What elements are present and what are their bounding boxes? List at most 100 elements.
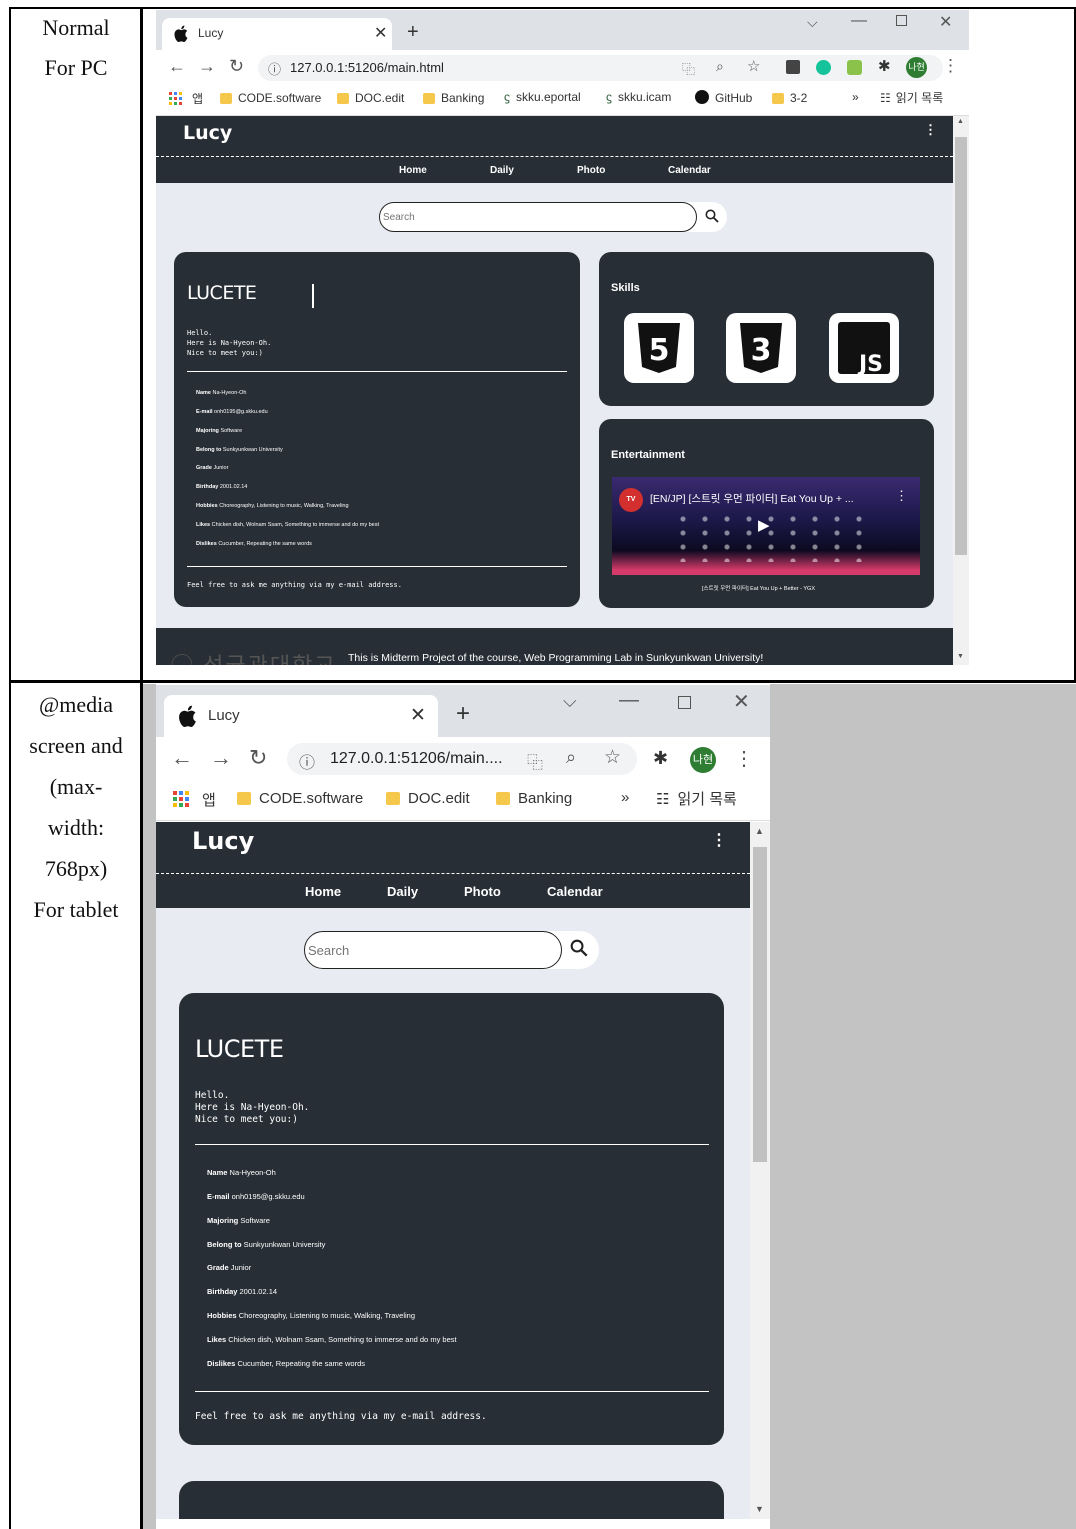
translate-icon[interactable]: ⿻: [527, 749, 543, 773]
address-bar[interactable]: ⓘ 127.0.0.1:51206/main.... ⿻ ⌕ ☆: [287, 743, 637, 775]
bookmark-code-software[interactable]: CODE.software: [220, 91, 321, 105]
bookmark-skku-eportal[interactable]: ϛ skku.eportal: [504, 90, 581, 104]
tab-close-icon[interactable]: ✕: [374, 23, 387, 43]
nav-calendar[interactable]: Calendar: [547, 884, 603, 899]
bookmark-3-2[interactable]: 3-2: [772, 91, 807, 105]
maximize-icon[interactable]: [896, 15, 907, 26]
nav-home[interactable]: Home: [399, 165, 427, 176]
bookmark-skku-icam[interactable]: ϛ skku.icam: [606, 90, 671, 104]
search-icon[interactable]: [705, 209, 719, 223]
bookmarks-overflow[interactable]: »: [621, 789, 629, 806]
zoom-icon[interactable]: ⌕: [716, 58, 724, 75]
tab-search-icon[interactable]: ⌵: [807, 14, 818, 31]
scrollbar-thumb[interactable]: [753, 847, 767, 1162]
bookmark-doc-edit[interactable]: DOC.edit: [386, 790, 470, 807]
chrome-menu-icon[interactable]: ⋮: [942, 56, 959, 76]
close-window-icon[interactable]: ✕: [939, 12, 952, 32]
info-value: Sunkyunkwan University: [243, 1240, 326, 1249]
reading-list-label: 읽기 목록: [895, 91, 944, 105]
scrollbar[interactable]: ▲ ▼: [953, 116, 969, 665]
grammarly-icon[interactable]: [816, 60, 831, 75]
bookmark-banking[interactable]: Banking: [423, 91, 484, 105]
nav-photo[interactable]: Photo: [464, 884, 501, 899]
chrome-menu-icon[interactable]: ⋮: [734, 746, 754, 771]
nav-home[interactable]: Home: [305, 884, 341, 899]
header-menu-icon[interactable]: ⋮: [924, 122, 937, 138]
reload-icon[interactable]: ↻: [249, 745, 267, 771]
info-key: Majoring: [196, 428, 219, 434]
video-title[interactable]: [EN/JP] [스트릿 우먼 파이터] Eat You Up + ...: [650, 491, 854, 506]
minimize-icon[interactable]: —: [851, 12, 867, 30]
profile-avatar[interactable]: 나현: [906, 57, 927, 78]
close-window-icon[interactable]: ✕: [733, 689, 750, 714]
tab-close-icon[interactable]: ✕: [410, 704, 426, 727]
channel-avatar[interactable]: TV: [619, 488, 643, 512]
translate-icon[interactable]: ⿻: [682, 59, 695, 78]
profile-avatar[interactable]: 나현: [690, 747, 716, 773]
forward-icon[interactable]: →: [198, 56, 216, 77]
nav-photo[interactable]: Photo: [577, 165, 605, 176]
zoom-icon[interactable]: ⌕: [566, 747, 576, 768]
profile-info-row: Birthday 2001.02.14: [196, 484, 247, 490]
bookmarks-overflow[interactable]: »: [852, 90, 859, 104]
address-bar[interactable]: ⓘ 127.0.0.1:51206/main.html ⿻ ⌕ ☆: [258, 55, 943, 81]
site-info-icon[interactable]: ⓘ: [299, 749, 315, 773]
site-logo[interactable]: Lucy: [183, 122, 232, 144]
extensions-puzzle-icon[interactable]: ✱: [653, 748, 668, 769]
bookmark-github[interactable]: GitHub: [695, 90, 752, 105]
site-info-icon[interactable]: ⓘ: [268, 59, 281, 78]
css3-icon: 3: [726, 313, 796, 383]
reading-list[interactable]: ☷ 읽기 목록: [656, 788, 737, 809]
youtube-video-embed[interactable]: TV [EN/JP] [스트릿 우먼 파이터] Eat You Up + ...…: [612, 477, 920, 575]
search-box: [379, 202, 727, 232]
url-text[interactable]: 127.0.0.1:51206/main....: [330, 750, 503, 768]
new-tab-icon[interactable]: +: [456, 700, 470, 728]
bookmark-apps[interactable]: 앱: [202, 789, 216, 810]
search-input[interactable]: [379, 202, 697, 232]
gray-background-right: [770, 684, 1076, 1529]
scroll-down-icon[interactable]: ▼: [957, 653, 964, 660]
nav-calendar[interactable]: Calendar: [668, 165, 711, 176]
bookmark-star-icon[interactable]: ☆: [747, 57, 760, 75]
reading-list[interactable]: ☷ 읽기 목록: [880, 89, 943, 106]
video-menu-icon[interactable]: ⋮: [895, 488, 908, 504]
scroll-up-icon[interactable]: ▲: [957, 118, 964, 125]
extension-icon[interactable]: [786, 60, 800, 74]
nav-daily[interactable]: Daily: [387, 884, 418, 899]
extensions-puzzle-icon[interactable]: ✱: [878, 57, 891, 75]
search-icon[interactable]: [570, 939, 588, 957]
scroll-up-icon[interactable]: ▲: [755, 826, 764, 836]
apps-grid-icon[interactable]: [169, 92, 183, 106]
bookmark-banking[interactable]: Banking: [496, 790, 572, 807]
header-divider: [156, 156, 953, 157]
new-tab-icon[interactable]: +: [407, 21, 419, 44]
minimize-icon[interactable]: —: [619, 689, 639, 712]
bookmark-code-software[interactable]: CODE.software: [237, 790, 363, 807]
bookmark-star-icon[interactable]: ☆: [604, 746, 621, 769]
site-logo[interactable]: Lucy: [192, 827, 254, 855]
browser-tab[interactable]: Lucy ✕: [162, 18, 392, 50]
search-input[interactable]: [304, 931, 562, 969]
bookmark-apps[interactable]: 앱: [192, 90, 203, 107]
info-value: Junior: [213, 465, 229, 471]
forward-icon[interactable]: →: [210, 745, 232, 771]
scrollbar-thumb[interactable]: [955, 137, 967, 555]
scrollbar[interactable]: ▲ ▼: [750, 822, 770, 1519]
reload-icon[interactable]: ↻: [229, 56, 244, 77]
bookmark-doc-edit[interactable]: DOC.edit: [337, 91, 404, 105]
scroll-down-icon[interactable]: ▼: [755, 1504, 764, 1514]
apps-grid-icon[interactable]: [173, 791, 190, 808]
bookmark-label: skku.icam: [618, 90, 672, 104]
bookmark-label: 3-2: [790, 91, 808, 105]
nav-daily[interactable]: Daily: [490, 165, 514, 176]
browser-tab[interactable]: Lucy ✕: [164, 695, 438, 737]
tab-search-icon[interactable]: ⌵: [563, 691, 577, 712]
folder-icon: [386, 792, 400, 805]
back-icon[interactable]: ←: [168, 56, 186, 77]
back-icon[interactable]: ←: [171, 745, 193, 771]
maximize-icon[interactable]: [678, 696, 691, 709]
url-text[interactable]: 127.0.0.1:51206/main.html: [290, 60, 444, 75]
header-menu-icon[interactable]: ⋮: [711, 830, 727, 850]
memo-extension-icon[interactable]: [847, 60, 862, 75]
row1-label-line: For PC: [44, 55, 108, 80]
